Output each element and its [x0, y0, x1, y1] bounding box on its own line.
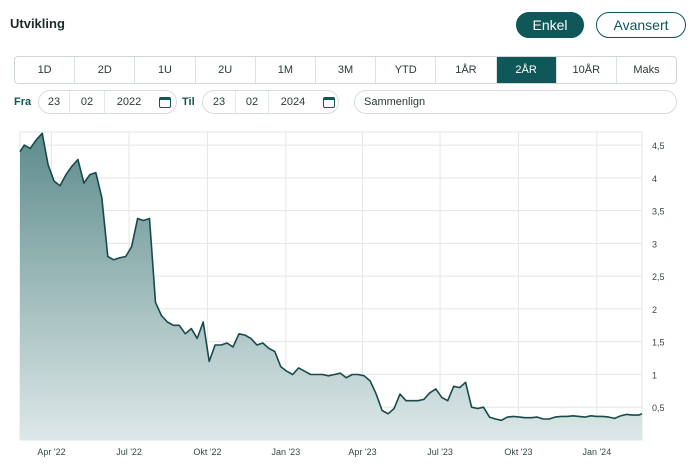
- x-tick-label: Okt '22: [193, 447, 221, 457]
- x-tick-label: Jan '24: [582, 447, 611, 457]
- y-tick-label: 4: [652, 174, 657, 184]
- to-year[interactable]: 2024: [269, 91, 317, 113]
- period-button-1år[interactable]: 1ÅR: [436, 57, 497, 83]
- from-date-field[interactable]: 23 02 2022: [38, 90, 177, 114]
- calendar-icon[interactable]: [159, 96, 171, 108]
- y-tick-label: 1,5: [652, 338, 665, 348]
- period-button-maks[interactable]: Maks: [617, 57, 676, 83]
- period-button-1u[interactable]: 1U: [135, 57, 196, 83]
- period-button-2d[interactable]: 2D: [75, 57, 136, 83]
- period-button-10år[interactable]: 10ÅR: [557, 57, 617, 83]
- y-tick-label: 3: [652, 239, 657, 249]
- period-selector: 1D 2D 1U 2U 1M 3M YTD 1ÅR 2ÅR 10ÅR Maks: [14, 56, 677, 84]
- y-tick-label: 0,5: [652, 403, 665, 413]
- y-tick-label: 3,5: [652, 207, 665, 217]
- period-button-2år[interactable]: 2ÅR: [496, 57, 557, 83]
- period-button-ytd[interactable]: YTD: [376, 57, 437, 83]
- x-tick-label: Jul '23: [427, 447, 453, 457]
- advanced-mode-button[interactable]: Avansert: [596, 12, 686, 38]
- period-button-1d[interactable]: 1D: [15, 57, 76, 83]
- x-tick-label: Apr '23: [348, 447, 376, 457]
- y-tick-label: 2: [652, 305, 657, 315]
- from-label: Fra: [14, 96, 32, 108]
- price-chart-svg: 0,5 1 1,5 2 2,5 3 3,5 4 4,5 Apr '22 Jul '22 Okt '22…: [19, 131, 665, 457]
- compare-input[interactable]: Sammenlign: [354, 90, 677, 114]
- y-tick-label: 2,5: [652, 272, 665, 282]
- to-date-field[interactable]: 23 02 2024: [202, 90, 339, 114]
- date-range-row: Fra 23 02 2022 Til 23 02 2024 Sammenlign: [0, 90, 690, 116]
- x-tick-label: Apr '22: [37, 447, 65, 457]
- to-month[interactable]: 02: [236, 91, 269, 113]
- calendar-icon[interactable]: [323, 96, 335, 108]
- section-title: Utvikling: [10, 16, 65, 31]
- from-year[interactable]: 2022: [105, 91, 153, 113]
- x-tick-label: Jul '22: [116, 447, 142, 457]
- price-area: [20, 133, 642, 441]
- y-tick-label: 1: [652, 370, 657, 380]
- period-button-3m[interactable]: 3M: [316, 57, 377, 83]
- from-month[interactable]: 02: [70, 91, 105, 113]
- period-button-2u[interactable]: 2U: [196, 57, 256, 83]
- period-button-1m[interactable]: 1M: [256, 57, 316, 83]
- x-tick-label: Okt '23: [504, 447, 532, 457]
- x-tick-label: Jan '23: [271, 447, 300, 457]
- price-chart: 0,5 1 1,5 2 2,5 3 3,5 4 4,5 Apr '22 Jul '22 Okt '22…: [10, 126, 690, 466]
- y-tick-label: 4,5: [652, 141, 665, 151]
- to-day[interactable]: 23: [203, 91, 236, 113]
- simple-mode-button[interactable]: Enkel: [516, 12, 584, 38]
- to-label: Til: [182, 96, 195, 108]
- from-day[interactable]: 23: [39, 91, 70, 113]
